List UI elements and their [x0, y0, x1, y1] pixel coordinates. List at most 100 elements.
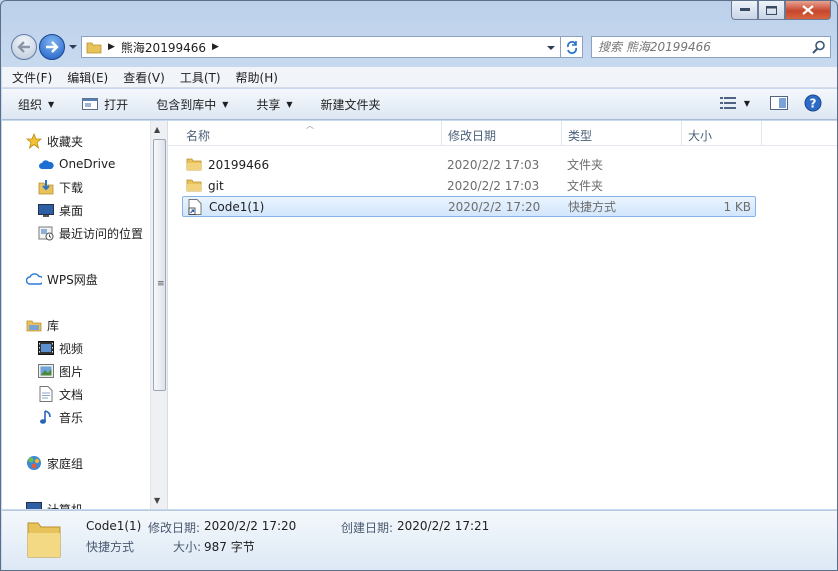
minimize-button[interactable] [731, 1, 758, 20]
menu-edit[interactable]: 编辑(E) [67, 69, 108, 86]
folder-icon [186, 158, 202, 171]
nav-downloads-label: 下载 [59, 180, 84, 195]
breadcrumb-chevron-icon[interactable]: ▶ [212, 42, 219, 52]
search-icon[interactable] [812, 40, 826, 54]
nav-scrollbar[interactable]: ▲ ≡ ▼ [150, 121, 167, 509]
nav-desktop-label: 桌面 [59, 203, 84, 218]
nav-wps-cloud[interactable]: WPS网盘 [26, 269, 98, 289]
file-type: 快捷方式 [568, 200, 617, 214]
address-dropdown-icon[interactable] [546, 44, 556, 52]
arrow-left-icon [17, 41, 30, 53]
nav-libraries[interactable]: 库 [26, 315, 59, 335]
forward-button[interactable] [39, 34, 65, 60]
share-button[interactable]: 共享 ▼ [256, 96, 292, 113]
column-divider[interactable] [441, 121, 442, 146]
file-size: 1 KB [723, 199, 751, 214]
nav-homegroup[interactable]: 家庭组 [26, 453, 83, 473]
column-size[interactable]: 大小 [688, 127, 712, 144]
nav-computer-label: 计算机 [47, 501, 83, 510]
file-list: ︿ 名称 修改日期 类型 大小 20199466 2020/2/2 17:03 … [168, 121, 837, 509]
share-label: 共享 [256, 97, 281, 112]
nav-onedrive-label: OneDrive [59, 157, 116, 171]
scroll-thumb[interactable]: ≡ [153, 139, 166, 391]
details-name: Code1(1) [86, 519, 142, 533]
nav-favorites[interactable]: 收藏夹 [26, 131, 83, 151]
breadcrumb-separator-icon[interactable]: ▶ [108, 42, 115, 52]
help-icon: ? [804, 94, 822, 112]
refresh-button[interactable] [561, 36, 583, 58]
nav-pictures[interactable]: 图片 [38, 361, 83, 381]
new-folder-button[interactable]: 新建文件夹 [321, 96, 381, 113]
recent-pages-dropdown[interactable] [68, 42, 78, 52]
details-pane: Code1(1) 修改日期: 2020/2/2 17:20 创建日期: 2020… [2, 510, 837, 570]
picture-icon [38, 363, 54, 379]
sort-ascending-icon: ︿ [306, 121, 314, 130]
file-date: 2020/2/2 17:03 [447, 157, 540, 172]
library-icon [26, 317, 42, 333]
maximize-button[interactable] [758, 1, 785, 20]
file-name: git [208, 178, 224, 193]
nav-music[interactable]: 音乐 [38, 407, 83, 427]
star-icon [26, 133, 42, 149]
chevron-down-icon: ▼ [286, 99, 293, 109]
nav-onedrive[interactable]: OneDrive [38, 154, 115, 174]
organize-label: 组织 [18, 97, 43, 112]
search-box [591, 36, 831, 58]
preview-pane-icon [770, 96, 788, 110]
address-bar[interactable]: ▶ 熊海20199466 ▶ [81, 36, 561, 58]
preview-pane-button[interactable] [770, 96, 788, 110]
column-divider[interactable] [681, 121, 682, 146]
details-view-icon [719, 97, 736, 109]
back-button[interactable] [11, 34, 37, 60]
command-bar: 组织 ▼ 打开 包含到库中 ▼ 共享 ▼ 新建文件夹 ▼ ? [2, 89, 837, 120]
details-modified-value: 2020/2/2 17:20 [204, 519, 297, 533]
include-in-library-button[interactable]: 包含到库中 ▼ [156, 96, 228, 113]
column-divider[interactable] [561, 121, 562, 146]
nav-videos[interactable]: 视频 [38, 338, 83, 358]
column-date[interactable]: 修改日期 [448, 127, 496, 144]
minimize-icon [739, 8, 750, 11]
details-size-label: 大小: [173, 540, 202, 554]
search-input[interactable] [592, 37, 802, 57]
file-row[interactable]: git 2020/2/2 17:03 文件夹 [182, 175, 756, 196]
column-divider[interactable] [761, 121, 762, 146]
svg-text:?: ? [810, 97, 817, 111]
nav-recent-places[interactable]: 最近访问的位置 [38, 223, 143, 243]
change-view-button[interactable]: ▼ [719, 97, 750, 109]
column-type[interactable]: 类型 [568, 127, 592, 144]
cloud-icon [38, 156, 54, 172]
column-name[interactable]: 名称 [186, 127, 210, 144]
nav-computer[interactable]: 计算机 [26, 499, 83, 509]
details-type: 快捷方式 [86, 540, 135, 554]
nav-downloads[interactable]: 下载 [38, 177, 83, 197]
music-note-icon [38, 409, 54, 425]
computer-icon [26, 501, 42, 509]
navigation-pane: 收藏夹 OneDrive 下载 桌面 最近访问的位置 WPS网盘 库 视频 图片… [2, 121, 150, 509]
nav-documents[interactable]: 文档 [38, 384, 83, 404]
chevron-down-icon: ▼ [222, 99, 229, 109]
nav-desktop[interactable]: 桌面 [38, 200, 83, 220]
help-button[interactable]: ? [804, 94, 822, 112]
file-row[interactable]: 20199466 2020/2/2 17:03 文件夹 [182, 154, 756, 175]
menu-file[interactable]: 文件(F) [12, 69, 52, 86]
organize-button[interactable]: 组织 ▼ [18, 96, 54, 113]
arrow-right-icon [46, 41, 59, 53]
scroll-down-icon[interactable]: ▼ [154, 496, 160, 505]
explorer-window: ▶ 熊海20199466 ▶ 文件(F) 编辑(E) 查看(V) 工具(T) 帮… [0, 0, 838, 571]
open-button[interactable]: 打开 [82, 96, 128, 113]
details-modified-label: 修改日期: [148, 521, 201, 535]
nav-documents-label: 文档 [59, 387, 84, 402]
scroll-up-icon[interactable]: ▲ [154, 125, 160, 134]
menu-tools[interactable]: 工具(T) [180, 69, 221, 86]
nav-pictures-label: 图片 [59, 364, 84, 379]
open-window-icon [82, 98, 99, 110]
breadcrumb-current[interactable]: 熊海20199466 [121, 39, 206, 56]
document-icon [38, 386, 54, 402]
menu-help[interactable]: 帮助(H) [236, 69, 278, 86]
chevron-down-icon: ▼ [48, 99, 55, 109]
file-row-selected[interactable]: Code1(1) 2020/2/2 17:20 快捷方式 1 KB [182, 196, 756, 217]
close-button[interactable] [785, 1, 831, 20]
nav-wps-cloud-label: WPS网盘 [47, 272, 98, 287]
menu-view[interactable]: 查看(V) [123, 69, 165, 86]
nav-recent-places-label: 最近访问的位置 [59, 226, 144, 241]
